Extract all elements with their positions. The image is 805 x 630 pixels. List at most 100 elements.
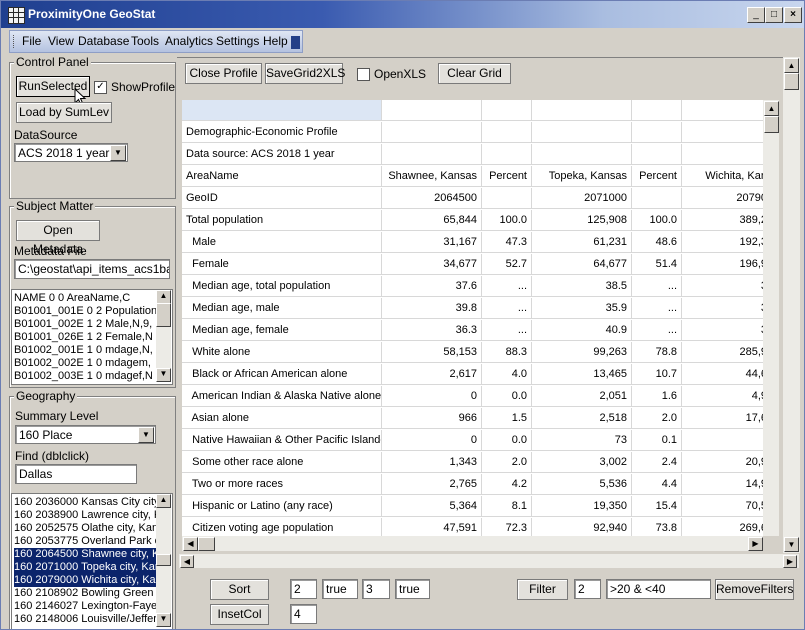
grid-cell[interactable]: 100.0 — [482, 210, 532, 231]
grid-cell[interactable]: 0.0 — [482, 386, 532, 407]
grid-cell[interactable]: 44,6 — [682, 364, 763, 385]
open-metadata-button[interactable]: Open Metadata — [16, 220, 100, 256]
grid-cell[interactable]: 70,5 — [682, 496, 763, 517]
find-input[interactable]: Dallas — [15, 464, 137, 484]
grid-cell[interactable] — [532, 144, 632, 165]
grid-cell[interactable] — [482, 144, 532, 165]
grid-cell[interactable]: 192,3 — [682, 232, 763, 253]
grid-cell[interactable]: 1.5 — [482, 408, 532, 429]
grid-cell[interactable]: 2,765 — [382, 474, 482, 495]
menu-overflow-button[interactable] — [291, 36, 300, 49]
scroll-right-icon[interactable]: ▶ — [783, 555, 797, 568]
grid-cell[interactable]: 3,002 — [532, 452, 632, 473]
chevron-down-icon[interactable]: ▼ — [138, 427, 154, 443]
sort-col2-input[interactable]: 3 — [362, 579, 390, 599]
grid-cell[interactable]: 125,908 — [532, 210, 632, 231]
geography-list-item[interactable]: 160 2036000 Kansas City city — [14, 496, 160, 509]
grid-horizontal-scrollbar[interactable]: ◀ ▶ — [182, 536, 763, 551]
grid-cell[interactable]: Median age, total population — [182, 276, 382, 297]
geography-list[interactable]: 160 2036000 Kansas City city 160 2038900 … — [11, 493, 173, 629]
grid-cell[interactable] — [482, 100, 532, 121]
close-profile-button[interactable]: Close Profile — [185, 63, 262, 84]
grid-cell[interactable]: 2,051 — [532, 386, 632, 407]
metadata-list-scrollbar[interactable]: ▲ ▼ — [156, 290, 171, 382]
menu-file[interactable]: File — [22, 34, 41, 48]
filter-expression-input[interactable]: >20 & <40 — [606, 579, 711, 599]
metadata-list[interactable]: NAME 0 0 AreaName,C B01001_001E 0 2 Popul… — [11, 289, 173, 385]
chevron-down-icon[interactable]: ▼ — [110, 145, 126, 161]
grid-cell[interactable]: 2071000 — [532, 188, 632, 209]
grid-cell[interactable] — [632, 144, 682, 165]
grid-cell[interactable] — [182, 100, 382, 121]
grid-cell[interactable]: 3 — [682, 320, 763, 341]
grid-cell[interactable]: Some other race alone — [182, 452, 382, 473]
scroll-thumb[interactable] — [764, 116, 779, 133]
grid-cell[interactable]: 4,9 — [682, 386, 763, 407]
grid-cell[interactable] — [482, 188, 532, 209]
grid-cell[interactable]: 36.3 — [382, 320, 482, 341]
grid-cell[interactable]: Female — [182, 254, 382, 275]
show-profile-checkbox[interactable]: ✓ — [94, 81, 107, 94]
insetcol-button[interactable]: InsetCol — [210, 604, 269, 625]
grid-cell[interactable]: ... — [632, 298, 682, 319]
grid-cell[interactable] — [632, 122, 682, 143]
grid-cell[interactable]: 4.2 — [482, 474, 532, 495]
grid-cell[interactable]: 34,677 — [382, 254, 482, 275]
metadata-file-input[interactable]: C:\geostat\api_items_acs1base — [14, 259, 170, 279]
grid-cell[interactable]: Median age, female — [182, 320, 382, 341]
sort-asc1-input[interactable]: true — [322, 579, 358, 599]
pane-horizontal-scrollbar[interactable]: ◀ ▶ — [179, 554, 799, 568]
grid-cell[interactable]: 389,2 — [682, 210, 763, 231]
grid-cell[interactable]: 14,9 — [682, 474, 763, 495]
grid-cell[interactable]: 39.8 — [382, 298, 482, 319]
grid-cell[interactable] — [382, 100, 482, 121]
scroll-down-icon[interactable]: ▼ — [156, 613, 171, 627]
grid-header-cell[interactable]: AreaName — [182, 166, 382, 187]
menu-help[interactable]: Help — [263, 34, 288, 48]
grid-cell[interactable]: ... — [482, 276, 532, 297]
geography-list-item[interactable]: 160 2038900 Lawrence city, K — [14, 509, 161, 522]
grid-cell[interactable] — [482, 122, 532, 143]
grid-cell[interactable]: 51.4 — [632, 254, 682, 275]
grid-cell[interactable]: 47.3 — [482, 232, 532, 253]
scroll-thumb[interactable] — [198, 537, 215, 551]
menu-settings[interactable]: Settings — [216, 34, 259, 48]
close-button[interactable]: × — [784, 7, 802, 23]
grid-cell[interactable]: 4.4 — [632, 474, 682, 495]
scroll-up-icon[interactable]: ▲ — [784, 58, 799, 73]
geography-list-item[interactable]: 160 2148006 Louisville/Jeffer — [14, 613, 157, 626]
grid-cell[interactable]: 8.1 — [482, 496, 532, 517]
grid-cell[interactable]: ... — [482, 320, 532, 341]
geography-list-item[interactable]: 160 2079000 Wichita city, Kan — [14, 574, 162, 587]
geography-list-item[interactable]: 160 2146027 Lexington-Faye — [14, 600, 157, 613]
grid-cell[interactable] — [532, 122, 632, 143]
metadata-list-item[interactable]: B01002_003E 1 0 mdagef,N — [14, 370, 153, 383]
grid-header-cell[interactable]: Topeka, Kansas — [532, 166, 632, 187]
grid-cell[interactable]: 17,6 — [682, 408, 763, 429]
grid-cell[interactable]: 61,231 — [532, 232, 632, 253]
grid-cell[interactable]: 73 — [532, 430, 632, 451]
grid-cell[interactable]: 3 — [682, 276, 763, 297]
grid-cell[interactable]: 285,9 — [682, 342, 763, 363]
grid-cell[interactable]: 19,350 — [532, 496, 632, 517]
geography-list-item[interactable]: 160 2064500 Shawnee city, K — [14, 548, 159, 561]
grid-vertical-scrollbar[interactable]: ▲ — [763, 100, 779, 536]
grid-cell[interactable]: 73.8 — [632, 518, 682, 536]
grid-cell[interactable]: ... — [632, 276, 682, 297]
grid-cell[interactable]: 2.4 — [632, 452, 682, 473]
scroll-down-icon[interactable]: ▼ — [156, 368, 171, 382]
grid-cell[interactable]: 5,536 — [532, 474, 632, 495]
scroll-up-icon[interactable]: ▲ — [764, 101, 779, 116]
metadata-list-item[interactable]: B01002_001E 1 0 mdage,N, — [14, 344, 153, 357]
sort-asc2-input[interactable]: true — [395, 579, 430, 599]
grid-cell[interactable]: Male — [182, 232, 382, 253]
menu-view[interactable]: View — [48, 34, 74, 48]
sort-col1-input[interactable]: 2 — [290, 579, 317, 599]
grid-cell[interactable]: 269,6 — [682, 518, 763, 536]
filter-button[interactable]: Filter — [517, 579, 568, 600]
save-grid-button[interactable]: SaveGrid2XLS — [265, 63, 345, 84]
grid-cell[interactable]: Black or African American alone — [182, 364, 382, 385]
grid-cell[interactable]: 1,343 — [382, 452, 482, 473]
grid-cell[interactable]: GeoID — [182, 188, 382, 209]
grid-cell[interactable]: 4.0 — [482, 364, 532, 385]
